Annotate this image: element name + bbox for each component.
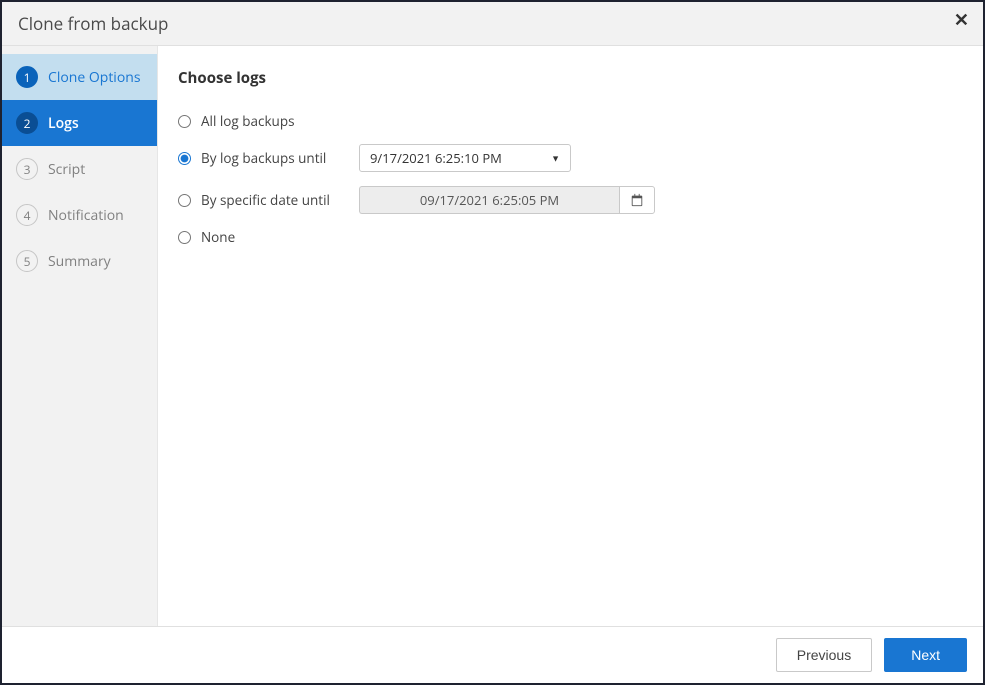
step-number: 1 (16, 66, 38, 88)
modal-body: 1 Clone Options 2 Logs 3 Script 4 Notifi… (2, 46, 983, 626)
step-label: Notification (48, 206, 124, 225)
next-button[interactable]: Next (884, 638, 967, 672)
step-label: Clone Options (48, 68, 141, 87)
date-field[interactable]: 09/17/2021 6:25:05 PM (359, 186, 619, 214)
radio-by-specific-date[interactable] (178, 194, 191, 207)
step-number: 4 (16, 204, 38, 226)
radio-label[interactable]: All log backups (201, 112, 351, 130)
wizard-sidebar: 1 Clone Options 2 Logs 3 Script 4 Notifi… (2, 46, 158, 626)
main-content: Choose logs All log backups By log backu… (158, 46, 983, 626)
modal-footer: Previous Next (2, 626, 983, 683)
option-all-log-backups: All log backups (178, 112, 963, 130)
step-clone-options[interactable]: 1 Clone Options (2, 54, 157, 100)
dropdown-value: 9/17/2021 6:25:10 PM (370, 149, 502, 167)
calendar-button[interactable] (619, 186, 655, 214)
step-number: 2 (16, 112, 38, 134)
step-number: 5 (16, 250, 38, 272)
step-label: Summary (48, 252, 111, 271)
radio-label[interactable]: None (201, 228, 351, 246)
option-by-specific-date: By specific date until 09/17/2021 6:25:0… (178, 186, 963, 214)
option-by-log-backups-until: By log backups until 9/17/2021 6:25:10 P… (178, 144, 963, 172)
content-heading: Choose logs (178, 68, 963, 88)
modal-title: Clone from backup (18, 12, 168, 35)
date-input-group: 09/17/2021 6:25:05 PM (359, 186, 655, 214)
calendar-icon (630, 193, 644, 207)
radio-none[interactable] (178, 231, 191, 244)
step-number: 3 (16, 158, 38, 180)
step-label: Logs (48, 114, 79, 133)
step-script[interactable]: 3 Script (2, 146, 157, 192)
step-summary[interactable]: 5 Summary (2, 238, 157, 284)
step-logs[interactable]: 2 Logs (2, 100, 157, 146)
step-label: Script (48, 160, 85, 179)
clone-from-backup-modal: Clone from backup ✕ 1 Clone Options 2 Lo… (0, 0, 985, 685)
modal-header: Clone from backup ✕ (2, 2, 983, 46)
radio-all-log-backups[interactable] (178, 115, 191, 128)
date-value: 09/17/2021 6:25:05 PM (420, 191, 559, 209)
radio-label[interactable]: By specific date until (201, 191, 351, 209)
previous-button[interactable]: Previous (776, 638, 872, 672)
chevron-down-icon: ▼ (551, 152, 560, 165)
log-backup-dropdown[interactable]: 9/17/2021 6:25:10 PM ▼ (359, 144, 571, 172)
close-icon[interactable]: ✕ (954, 10, 969, 31)
step-notification[interactable]: 4 Notification (2, 192, 157, 238)
radio-label[interactable]: By log backups until (201, 149, 351, 167)
log-backup-select-wrap: 9/17/2021 6:25:10 PM ▼ (359, 144, 571, 172)
option-none: None (178, 228, 963, 246)
radio-by-log-backups[interactable] (178, 152, 191, 165)
